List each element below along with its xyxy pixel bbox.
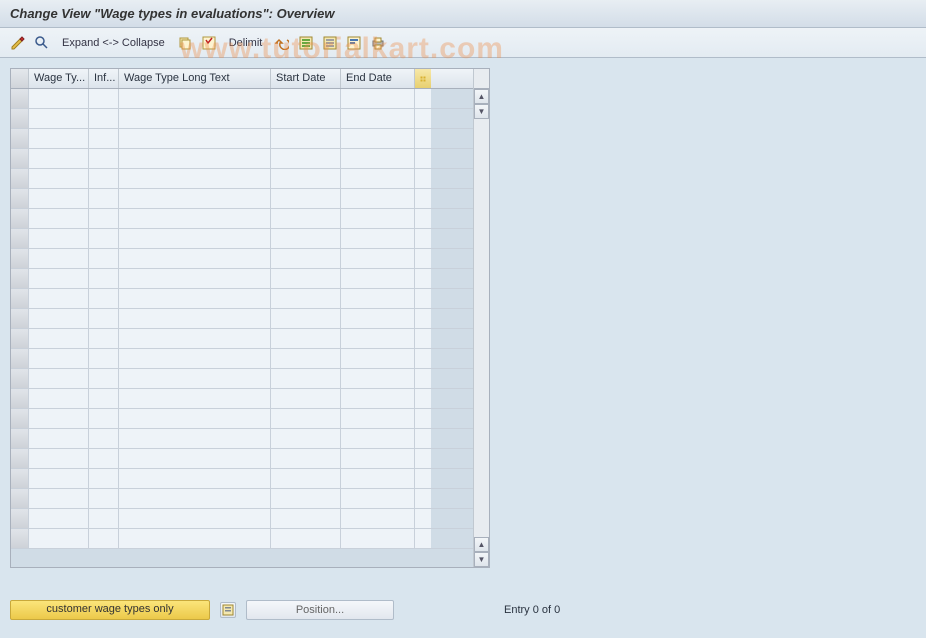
table-row[interactable] bbox=[11, 89, 473, 109]
content-area: Wage Ty... Inf... Wage Type Long Text St… bbox=[0, 58, 926, 638]
table-row[interactable] bbox=[11, 209, 473, 229]
table-row[interactable] bbox=[11, 289, 473, 309]
vertical-scrollbar[interactable]: ▲ ▼ ▲ ▼ bbox=[473, 69, 489, 567]
table-row[interactable] bbox=[11, 489, 473, 509]
undo-icon[interactable] bbox=[272, 33, 292, 53]
table-row[interactable] bbox=[11, 349, 473, 369]
scroll-up-bottom-icon[interactable]: ▲ bbox=[474, 537, 489, 552]
position-icon[interactable] bbox=[220, 602, 236, 618]
find-icon[interactable] bbox=[32, 33, 52, 53]
table-row[interactable] bbox=[11, 149, 473, 169]
col-header-start-date[interactable]: Start Date bbox=[271, 69, 341, 88]
col-header-wage-type[interactable]: Wage Ty... bbox=[29, 69, 89, 88]
expand-collapse-button[interactable]: Expand <-> Collapse bbox=[56, 37, 171, 49]
table-row[interactable] bbox=[11, 449, 473, 469]
copy-icon[interactable] bbox=[175, 33, 195, 53]
print-icon[interactable] bbox=[368, 33, 388, 53]
col-header-inf[interactable]: Inf... bbox=[89, 69, 119, 88]
table-row[interactable] bbox=[11, 129, 473, 149]
grid-header-selector[interactable] bbox=[11, 69, 29, 88]
page-title: Change View "Wage types in evaluations":… bbox=[0, 0, 926, 28]
position-button[interactable]: Position... bbox=[246, 600, 394, 620]
col-header-end-date[interactable]: End Date bbox=[341, 69, 415, 88]
scroll-up-icon[interactable]: ▲ bbox=[474, 89, 489, 104]
toolbar: Expand <-> Collapse Delimit bbox=[0, 28, 926, 58]
save-icon[interactable] bbox=[199, 33, 219, 53]
scroll-down-bottom-icon[interactable]: ▼ bbox=[474, 552, 489, 567]
grid-body bbox=[11, 89, 473, 549]
position-label: Position... bbox=[296, 604, 344, 616]
table-row[interactable] bbox=[11, 389, 473, 409]
toggle-change-icon[interactable] bbox=[8, 33, 28, 53]
table-row[interactable] bbox=[11, 409, 473, 429]
entry-status: Entry 0 of 0 bbox=[504, 604, 560, 616]
config-icon[interactable] bbox=[344, 33, 364, 53]
table-row[interactable] bbox=[11, 109, 473, 129]
table-row[interactable] bbox=[11, 249, 473, 269]
scroll-down-icon[interactable]: ▼ bbox=[474, 104, 489, 119]
table-row[interactable] bbox=[11, 229, 473, 249]
table-row[interactable] bbox=[11, 309, 473, 329]
col-header-long-text[interactable]: Wage Type Long Text bbox=[119, 69, 271, 88]
grid-header-row: Wage Ty... Inf... Wage Type Long Text St… bbox=[11, 69, 473, 89]
grid-config-icon[interactable] bbox=[415, 69, 431, 88]
table-row[interactable] bbox=[11, 429, 473, 449]
table-row[interactable] bbox=[11, 329, 473, 349]
table-row[interactable] bbox=[11, 269, 473, 289]
table-row[interactable] bbox=[11, 369, 473, 389]
table-row[interactable] bbox=[11, 529, 473, 549]
table-row[interactable] bbox=[11, 509, 473, 529]
bottom-bar: customer wage types only Position... Ent… bbox=[10, 600, 560, 620]
table-row[interactable] bbox=[11, 469, 473, 489]
table-row[interactable] bbox=[11, 189, 473, 209]
delimit-button[interactable]: Delimit bbox=[223, 37, 269, 49]
table-row[interactable] bbox=[11, 169, 473, 189]
customer-wage-types-button[interactable]: customer wage types only bbox=[10, 600, 210, 620]
select-all-icon[interactable] bbox=[296, 33, 316, 53]
deselect-all-icon[interactable] bbox=[320, 33, 340, 53]
data-grid: Wage Ty... Inf... Wage Type Long Text St… bbox=[10, 68, 490, 568]
